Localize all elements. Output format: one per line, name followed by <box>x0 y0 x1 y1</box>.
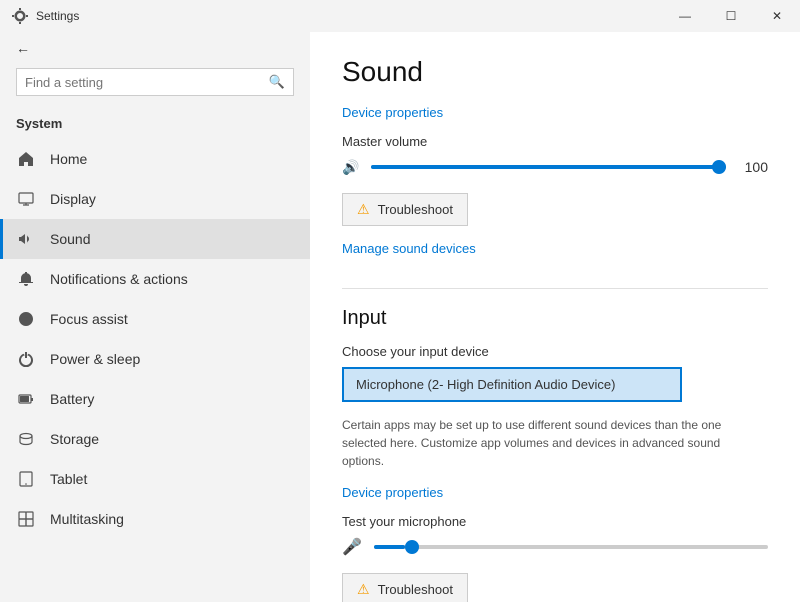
sidebar-item-power-label: Power & sleep <box>50 351 140 367</box>
search-input[interactable] <box>25 75 269 90</box>
sound-icon <box>16 229 36 249</box>
mic-fill <box>374 545 406 549</box>
display-icon <box>16 189 36 209</box>
slider-track <box>371 165 726 169</box>
troubleshoot-label: Troubleshoot <box>378 202 453 217</box>
sidebar-item-home[interactable]: Home <box>0 139 310 179</box>
sidebar-item-focus[interactable]: Focus assist <box>0 299 310 339</box>
troubleshoot-button-2[interactable]: ⚠ Troubleshoot <box>342 573 468 602</box>
sidebar-item-display-label: Display <box>50 191 96 207</box>
sidebar-item-display[interactable]: Display <box>0 179 310 219</box>
sidebar-item-sound-label: Sound <box>50 231 90 247</box>
home-icon <box>16 149 36 169</box>
troubleshoot-button[interactable]: ⚠ Troubleshoot <box>342 193 468 226</box>
mic-volume-slider[interactable] <box>374 537 768 557</box>
battery-icon <box>16 389 36 409</box>
storage-icon <box>16 429 36 449</box>
sidebar-item-multitasking[interactable]: Multitasking <box>0 499 310 539</box>
sidebar-item-home-label: Home <box>50 151 87 167</box>
page-title: Sound <box>342 56 768 88</box>
sidebar: ← 🔍 System Home Display Sound <box>0 32 310 602</box>
input-heading: Input <box>342 307 768 330</box>
settings-icon <box>12 8 28 24</box>
notifications-icon <box>16 269 36 289</box>
sidebar-item-focus-label: Focus assist <box>50 311 128 327</box>
mic-track <box>374 545 768 549</box>
microphone-icon: 🎤 <box>342 537 362 557</box>
manage-sound-devices-link[interactable]: Manage sound devices <box>342 241 476 256</box>
device-properties-link-2[interactable]: Device properties <box>342 485 443 500</box>
troubleshoot-label-2: Troubleshoot <box>378 582 453 597</box>
focus-icon <box>16 309 36 329</box>
tablet-icon <box>16 469 36 489</box>
sidebar-item-sound[interactable]: Sound <box>0 219 310 259</box>
maximize-button[interactable]: ☐ <box>708 0 754 32</box>
master-volume-row: 🔊 100 <box>342 157 768 177</box>
system-label: System <box>0 112 310 139</box>
power-icon <box>16 349 36 369</box>
volume-icon: 🔊 <box>342 159 359 176</box>
sidebar-item-battery-label: Battery <box>50 391 94 407</box>
sidebar-item-multitasking-label: Multitasking <box>50 511 124 527</box>
content-area: Sound Device properties Master volume 🔊 … <box>310 32 800 602</box>
warning-icon-2: ⚠ <box>357 581 370 598</box>
choose-input-label: Choose your input device <box>342 344 768 359</box>
sidebar-item-notifications-label: Notifications & actions <box>50 271 188 287</box>
test-mic-label: Test your microphone <box>342 514 768 529</box>
volume-value: 100 <box>738 159 768 175</box>
title-bar: Settings — ☐ ✕ <box>0 0 800 32</box>
warning-icon: ⚠ <box>357 201 370 218</box>
sidebar-item-tablet[interactable]: Tablet <box>0 459 310 499</box>
close-button[interactable]: ✕ <box>754 0 800 32</box>
sidebar-item-battery[interactable]: Battery <box>0 379 310 419</box>
slider-fill <box>371 165 726 169</box>
sidebar-item-storage-label: Storage <box>50 431 99 447</box>
title-bar-title: Settings <box>36 9 79 23</box>
multitasking-icon <box>16 509 36 529</box>
input-device-select[interactable]: Microphone (2- High Definition Audio Dev… <box>342 367 682 402</box>
sidebar-item-notifications[interactable]: Notifications & actions <box>0 259 310 299</box>
title-bar-left: Settings <box>12 8 79 24</box>
master-volume-label: Master volume <box>342 134 768 149</box>
search-icon: 🔍 <box>269 74 285 90</box>
mic-thumb[interactable] <box>405 540 419 554</box>
minimize-button[interactable]: — <box>662 0 708 32</box>
divider-1 <box>342 288 768 289</box>
sidebar-back-button[interactable]: ← <box>0 32 310 64</box>
master-volume-slider[interactable] <box>371 157 726 177</box>
mic-slider-row: 🎤 <box>342 537 768 557</box>
search-box[interactable]: 🔍 <box>16 68 294 96</box>
sidebar-item-tablet-label: Tablet <box>50 471 87 487</box>
info-text: Certain apps may be set up to use differ… <box>342 416 762 470</box>
device-properties-link[interactable]: Device properties <box>342 105 443 120</box>
back-arrow-icon: ← <box>16 40 30 56</box>
main-layout: ← 🔍 System Home Display Sound <box>0 32 800 602</box>
slider-thumb[interactable] <box>712 160 726 174</box>
sidebar-item-storage[interactable]: Storage <box>0 419 310 459</box>
sidebar-item-power[interactable]: Power & sleep <box>0 339 310 379</box>
title-bar-controls: — ☐ ✕ <box>662 0 800 32</box>
